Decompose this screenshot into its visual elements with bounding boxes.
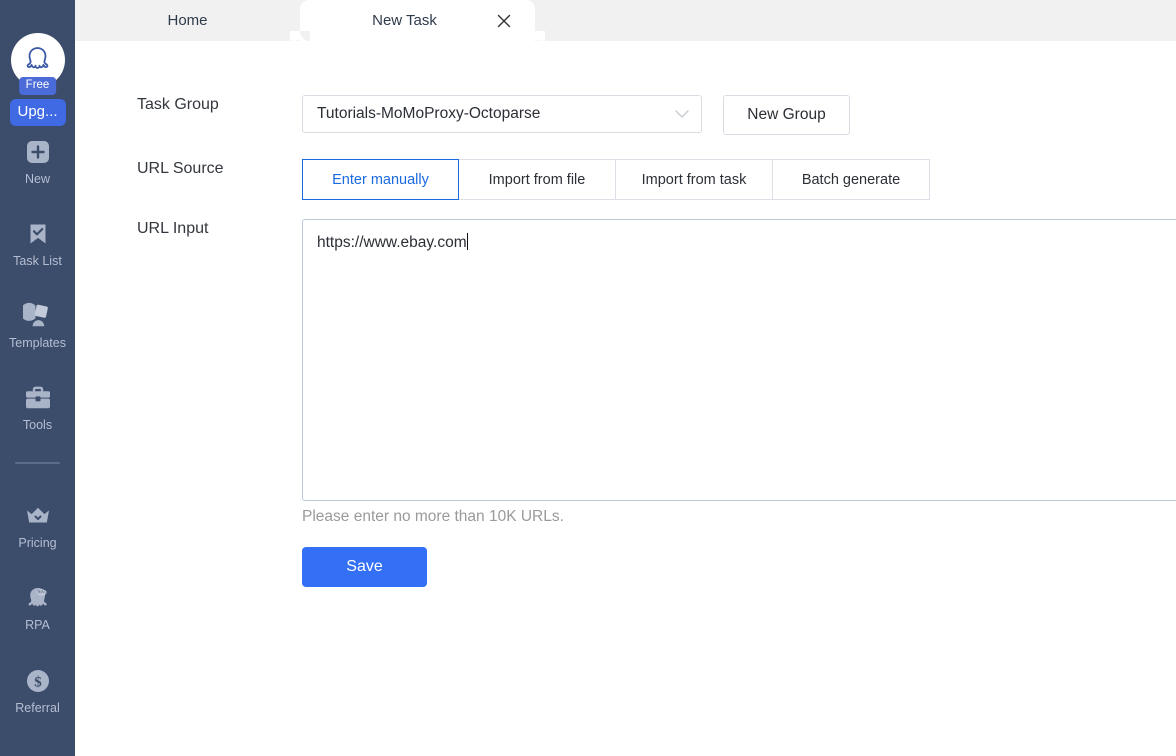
segment-batch-generate[interactable]: Batch generate xyxy=(773,159,930,200)
tab-home[interactable]: Home xyxy=(75,0,310,41)
new-group-button[interactable]: New Group xyxy=(723,95,850,135)
url-input-label: URL Input xyxy=(137,220,209,237)
sidebar-item-task-list[interactable]: Task List xyxy=(0,218,75,269)
sidebar-item-tools[interactable]: Tools xyxy=(0,382,75,433)
sidebar-item-pricing[interactable]: Pricing xyxy=(0,500,75,551)
plan-badge: Free xyxy=(18,77,57,95)
main-panel: Home New Task Task Group Tutorials-MoMoP… xyxy=(75,0,1176,756)
svg-text:$: $ xyxy=(34,675,42,691)
close-icon[interactable] xyxy=(495,12,513,30)
sidebar-item-rpa[interactable]: RPA RPA xyxy=(0,582,75,633)
tab-new-task[interactable]: New Task xyxy=(290,0,545,41)
url-source-row: URL Source Enter manually Import from fi… xyxy=(137,159,930,200)
sidebar-label-rpa: RPA xyxy=(25,618,50,632)
url-limit-hint: Please enter no more than 10K URLs. xyxy=(302,508,564,525)
plus-square-icon xyxy=(0,136,75,168)
sidebar-label-task-list: Task List xyxy=(13,254,62,268)
task-group-row: Task Group Tutorials-MoMoProxy-Octoparse… xyxy=(137,95,850,135)
segment-enter-manually[interactable]: Enter manually xyxy=(302,159,459,200)
segment-import-from-file[interactable]: Import from file xyxy=(459,159,616,200)
tab-home-label: Home xyxy=(167,12,208,29)
svg-text:RPA: RPA xyxy=(37,590,46,595)
sidebar-item-new[interactable]: New xyxy=(0,136,75,187)
rpa-octopus-icon: RPA xyxy=(0,582,75,614)
sidebar-item-templates[interactable]: Templates xyxy=(0,300,75,351)
sidebar-label-new: New xyxy=(24,172,50,186)
url-source-segmented-control: Enter manually Import from file Import f… xyxy=(302,159,930,200)
sidebar-label-templates: Templates xyxy=(9,336,66,350)
sidebar-label-pricing: Pricing xyxy=(18,536,57,550)
url-input-row: URL Input https://www.ebay.com xyxy=(137,219,1176,501)
url-input-textarea[interactable]: https://www.ebay.com xyxy=(302,219,1176,501)
dollar-circle-icon: $ xyxy=(0,665,75,697)
chevron-down-icon xyxy=(675,108,689,121)
task-group-label: Task Group xyxy=(137,96,219,113)
sidebar-label-referral: Referral xyxy=(15,701,60,715)
url-source-label: URL Source xyxy=(137,160,224,177)
save-button[interactable]: Save xyxy=(302,547,427,587)
app-logo[interactable]: Free xyxy=(10,33,65,95)
task-group-select[interactable]: Tutorials-MoMoProxy-Octoparse xyxy=(302,95,702,133)
url-input-value: https://www.ebay.com xyxy=(317,234,467,251)
upgrade-button[interactable]: Upg... xyxy=(9,99,66,126)
toolbox-icon xyxy=(0,382,75,414)
tab-new-task-label: New Task xyxy=(372,12,437,29)
sidebar-label-tools: Tools xyxy=(22,418,53,432)
sidebar-item-referral[interactable]: $ Referral xyxy=(0,665,75,716)
text-caret xyxy=(466,233,468,250)
left-sidebar: Free Upg... New Task List Templates Tool… xyxy=(0,0,75,756)
crown-icon xyxy=(0,500,75,532)
templates-icon xyxy=(0,300,75,332)
sidebar-divider xyxy=(15,462,60,464)
bookmark-check-icon xyxy=(0,218,75,250)
task-group-value: Tutorials-MoMoProxy-Octoparse xyxy=(317,105,541,122)
app-window: Free Upg... New Task List Templates Tool… xyxy=(0,0,1176,756)
tab-bar: Home New Task xyxy=(75,0,1176,41)
segment-import-from-task[interactable]: Import from task xyxy=(616,159,773,200)
